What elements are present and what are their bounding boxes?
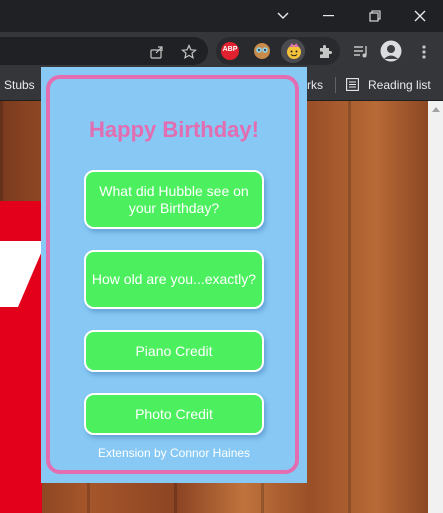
- hubble-birthday-button[interactable]: What did Hubble see on your Birthday?: [84, 170, 264, 229]
- media-controls-icon[interactable]: [351, 42, 371, 62]
- tab-search-chevron-icon[interactable]: [260, 0, 306, 32]
- photo-credit-button[interactable]: Photo Credit: [84, 393, 264, 435]
- share-icon[interactable]: [147, 42, 167, 62]
- birthday-extension-icon[interactable]: [284, 41, 304, 61]
- profile-avatar-icon[interactable]: [380, 40, 402, 62]
- adblock-plus-icon[interactable]: ABP: [220, 41, 240, 61]
- bookmarks-folder-fragment[interactable]: rks: [307, 78, 323, 92]
- minimize-icon[interactable]: [306, 0, 352, 32]
- birthday-extension-popup: Happy Birthday! What did Hubble see on y…: [41, 67, 307, 483]
- reading-list-icon[interactable]: [346, 78, 359, 96]
- browser-toolbar: ABP: [0, 32, 443, 70]
- reading-list-label[interactable]: Reading list: [368, 78, 431, 92]
- restore-icon[interactable]: [352, 0, 398, 32]
- window-title-bar: [0, 0, 443, 32]
- chrome-menu-icon[interactable]: [414, 42, 434, 62]
- page-scrollbar[interactable]: [428, 101, 443, 513]
- exact-age-button[interactable]: How old are you...exactly?: [84, 250, 264, 309]
- extensions-puzzle-icon[interactable]: [315, 42, 335, 62]
- bookmarks-divider: [335, 77, 336, 93]
- piano-credit-button[interactable]: Piano Credit: [84, 330, 264, 372]
- close-icon[interactable]: [397, 0, 443, 32]
- popup-footer-credit: Extension by Connor Haines: [97, 446, 251, 460]
- bookmark-star-icon[interactable]: [179, 42, 199, 62]
- owl-extension-icon[interactable]: [252, 41, 272, 61]
- address-bar[interactable]: [0, 37, 208, 65]
- scroll-up-arrow-icon[interactable]: [432, 107, 440, 112]
- bookmark-stubs[interactable]: Stubs: [4, 78, 35, 92]
- red-graphic: [0, 201, 42, 513]
- popup-title: Happy Birthday!: [89, 117, 259, 142]
